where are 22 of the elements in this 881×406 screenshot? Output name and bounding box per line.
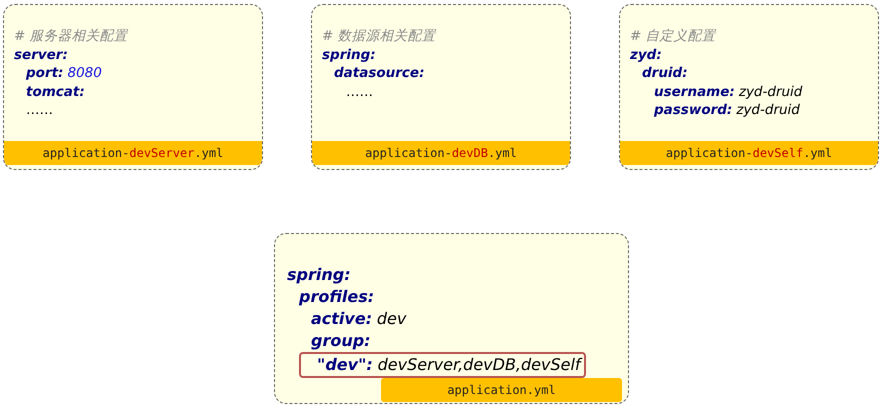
code-line: profiles: bbox=[299, 287, 374, 306]
code-comment: # 数据源相关配置 bbox=[322, 28, 436, 44]
filename-label: application-devServer.yml bbox=[4, 141, 262, 165]
code-line: port: 8080 bbox=[26, 65, 102, 81]
code-line: password: zyd-druid bbox=[654, 102, 800, 118]
code-line: tomcat: bbox=[26, 84, 85, 100]
code-line: druid: bbox=[642, 65, 688, 81]
code-comment: # 服务器相关配置 bbox=[14, 28, 128, 44]
code-line: server: bbox=[14, 46, 68, 62]
code-line: active: dev bbox=[311, 309, 406, 328]
code-line: spring: bbox=[287, 265, 351, 284]
filename-label: application-devSelf.yml bbox=[620, 141, 878, 165]
code-line: username: zyd-druid bbox=[654, 84, 802, 100]
code-line: zyd: bbox=[630, 46, 662, 62]
ellipsis-text: …… bbox=[26, 102, 53, 118]
code-comment: # 自定义配置 bbox=[630, 28, 716, 44]
ellipsis-text: …… bbox=[346, 84, 373, 100]
code-line: datasource: bbox=[334, 65, 424, 81]
filename-label: application-devDB.yml bbox=[312, 141, 570, 165]
code-line: group: bbox=[311, 331, 371, 350]
code-line: spring: bbox=[322, 46, 376, 62]
filename-label: application.yml bbox=[381, 378, 622, 402]
